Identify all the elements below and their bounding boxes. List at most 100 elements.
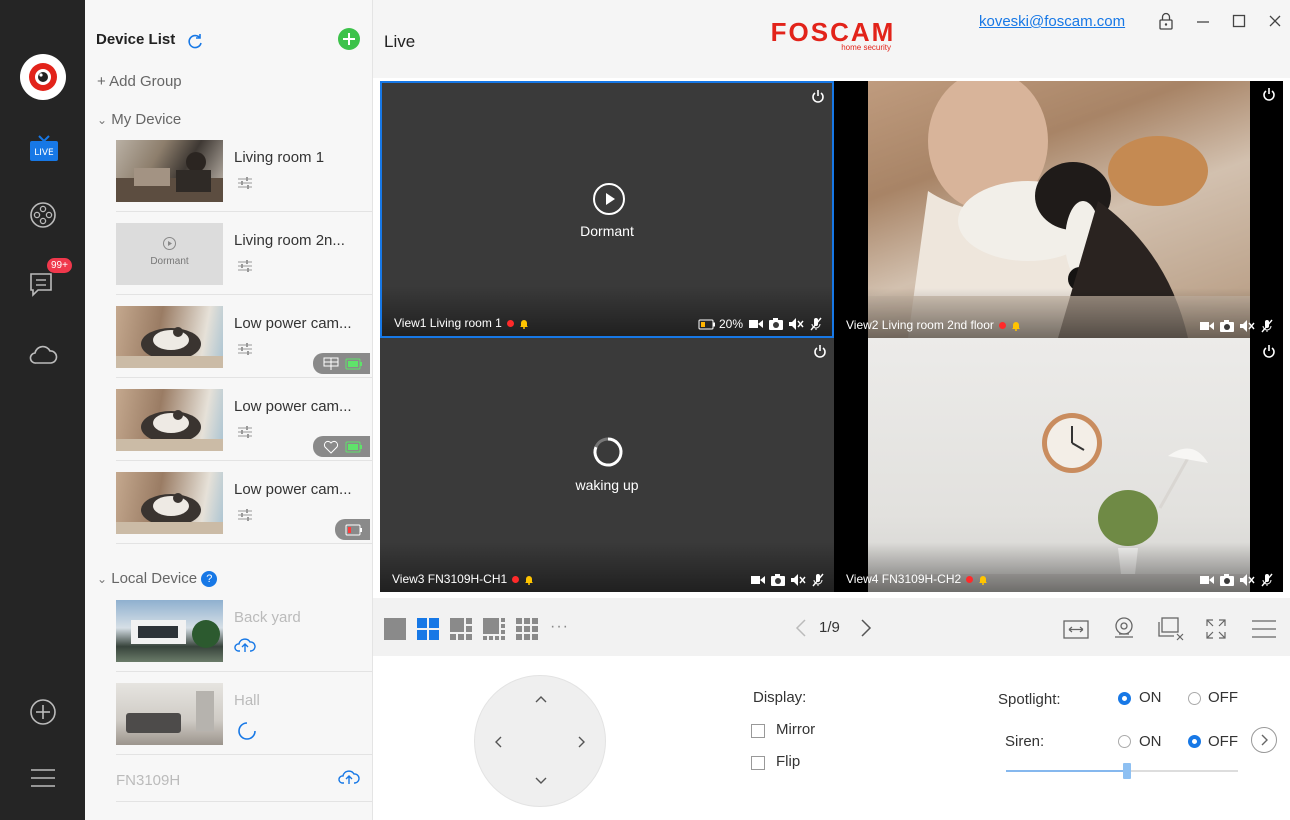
layout-1-icon[interactable]	[384, 618, 406, 640]
spotlight-off-radio[interactable]	[1188, 692, 1201, 705]
power-icon[interactable]	[813, 344, 827, 358]
video-view-4[interactable]: View4 FN3109H-CH2	[834, 338, 1283, 592]
dormant-thumb-text: Dormant	[150, 256, 189, 267]
list-menu-icon[interactable]	[1251, 619, 1277, 639]
spotlight-on-radio[interactable]	[1118, 692, 1131, 705]
my-device-group[interactable]: ⌄ My Device	[97, 111, 181, 128]
snapshot-icon[interactable]	[769, 318, 783, 330]
chevron-down-icon: ⌄	[97, 572, 108, 586]
device-item[interactable]: Living room 1	[116, 130, 372, 212]
siren-off-radio[interactable]	[1188, 735, 1201, 748]
help-icon[interactable]: ?	[201, 571, 218, 588]
layout-8-icon[interactable]	[483, 618, 505, 640]
local-device-item[interactable]: Back yard	[116, 590, 372, 672]
cloud-upload-icon[interactable]	[338, 768, 360, 786]
spotlight-label: Spotlight:	[998, 691, 1061, 708]
maximize-icon[interactable]	[1232, 14, 1246, 28]
view-toolbar: 20%	[698, 317, 822, 331]
playback-nav-icon[interactable]	[27, 199, 59, 231]
view-label-text: View3 FN3109H-CH1	[392, 572, 508, 586]
spotlight-on-label: ON	[1139, 689, 1162, 706]
lock-icon[interactable]	[1158, 12, 1174, 30]
volume-slider-thumb[interactable]	[1122, 763, 1131, 779]
siren-on-radio[interactable]	[1118, 735, 1131, 748]
settings-sliders-icon[interactable]	[237, 425, 253, 439]
heart-shield-icon	[323, 440, 339, 454]
more-layouts-button[interactable]: ···	[550, 618, 569, 636]
record-video-icon[interactable]	[751, 575, 765, 585]
layout-toolbar: ··· 1/9	[373, 598, 1290, 656]
add-group-button[interactable]: + Add Group	[97, 73, 182, 90]
record-video-icon[interactable]	[1200, 575, 1214, 585]
power-icon[interactable]	[1262, 344, 1276, 358]
pan-left-button[interactable]	[493, 734, 503, 750]
mic-off-icon[interactable]	[810, 317, 822, 331]
flip-checkbox[interactable]	[751, 756, 765, 770]
mute-icon[interactable]	[1240, 320, 1255, 332]
next-page-icon[interactable]	[860, 618, 872, 638]
device-item[interactable]: Low power cam...	[116, 462, 372, 544]
settings-sliders-icon[interactable]	[237, 342, 253, 356]
record-dot-icon	[966, 575, 974, 583]
next-settings-button[interactable]	[1251, 727, 1277, 753]
user-email-link[interactable]: koveski@foscam.com	[979, 13, 1125, 30]
local-device-item[interactable]: Hall	[116, 673, 372, 755]
mic-off-icon[interactable]	[1261, 319, 1273, 333]
device-item[interactable]: Low power cam...	[116, 296, 372, 378]
snapshot-icon[interactable]	[771, 574, 785, 586]
ptz-camera-icon[interactable]	[1111, 615, 1137, 641]
add-device-button[interactable]	[338, 28, 360, 50]
mute-icon[interactable]	[791, 574, 806, 586]
device-name: Low power cam...	[234, 315, 352, 332]
pan-down-button[interactable]	[533, 776, 549, 786]
snapshot-icon[interactable]	[1220, 320, 1234, 332]
menu-icon[interactable]	[27, 762, 59, 794]
ptz-control-pad	[474, 675, 606, 807]
volume-slider-track[interactable]	[1006, 763, 1238, 779]
layout-4-icon[interactable]	[417, 618, 439, 640]
mic-off-icon[interactable]	[1261, 573, 1273, 587]
play-icon[interactable]	[593, 183, 625, 215]
settings-sliders-icon[interactable]	[237, 259, 253, 273]
record-video-icon[interactable]	[749, 319, 763, 329]
view-toolbar	[1200, 319, 1273, 333]
previous-page-icon[interactable]	[795, 618, 807, 638]
device-item[interactable]: Low power cam...	[116, 379, 372, 461]
video-view-3[interactable]: waking up View3 FN3109H-CH1	[380, 338, 834, 592]
mirror-checkbox[interactable]	[751, 724, 765, 738]
cloud-nav-icon[interactable]	[27, 338, 59, 370]
pan-right-button[interactable]	[577, 734, 587, 750]
siren-on-label: ON	[1139, 733, 1162, 750]
close-icon[interactable]	[1268, 14, 1282, 28]
close-all-views-icon[interactable]	[1157, 616, 1185, 642]
settings-sliders-icon[interactable]	[237, 508, 253, 522]
stretch-icon[interactable]	[1063, 618, 1089, 640]
local-device-group[interactable]: ⌄ Local Device ?	[97, 570, 218, 588]
fullscreen-icon[interactable]	[1205, 618, 1227, 640]
local-device-item[interactable]: FN3109H	[116, 756, 372, 802]
live-nav-icon[interactable]: LIVE	[28, 133, 60, 165]
record-video-icon[interactable]	[1200, 321, 1214, 331]
battery-percent: 20%	[718, 317, 743, 331]
minimize-icon[interactable]	[1196, 20, 1210, 24]
device-item[interactable]: Dormant Living room 2n...	[116, 213, 372, 295]
layout-9-icon[interactable]	[516, 618, 538, 640]
add-device-icon[interactable]	[27, 696, 59, 728]
mute-icon[interactable]	[789, 318, 804, 330]
power-icon[interactable]	[1262, 87, 1276, 101]
solar-panel-icon	[323, 357, 339, 371]
page-title: Live	[384, 32, 416, 51]
pan-up-button[interactable]	[533, 694, 549, 704]
mute-icon[interactable]	[1240, 574, 1255, 586]
cloud-upload-icon[interactable]	[234, 636, 256, 654]
power-icon[interactable]	[811, 89, 825, 103]
mic-off-icon[interactable]	[812, 573, 824, 587]
video-view-2[interactable]: View2 Living room 2nd floor	[834, 81, 1283, 338]
snapshot-icon[interactable]	[1220, 574, 1234, 586]
chevron-down-icon: ⌄	[97, 113, 108, 127]
layout-6-icon[interactable]	[450, 618, 472, 640]
video-view-1[interactable]: Dormant View1 Living room 1 20%	[380, 81, 834, 338]
settings-sliders-icon[interactable]	[237, 176, 253, 190]
refresh-icon[interactable]	[186, 32, 204, 50]
view-label-text: View2 Living room 2nd floor	[846, 318, 994, 332]
